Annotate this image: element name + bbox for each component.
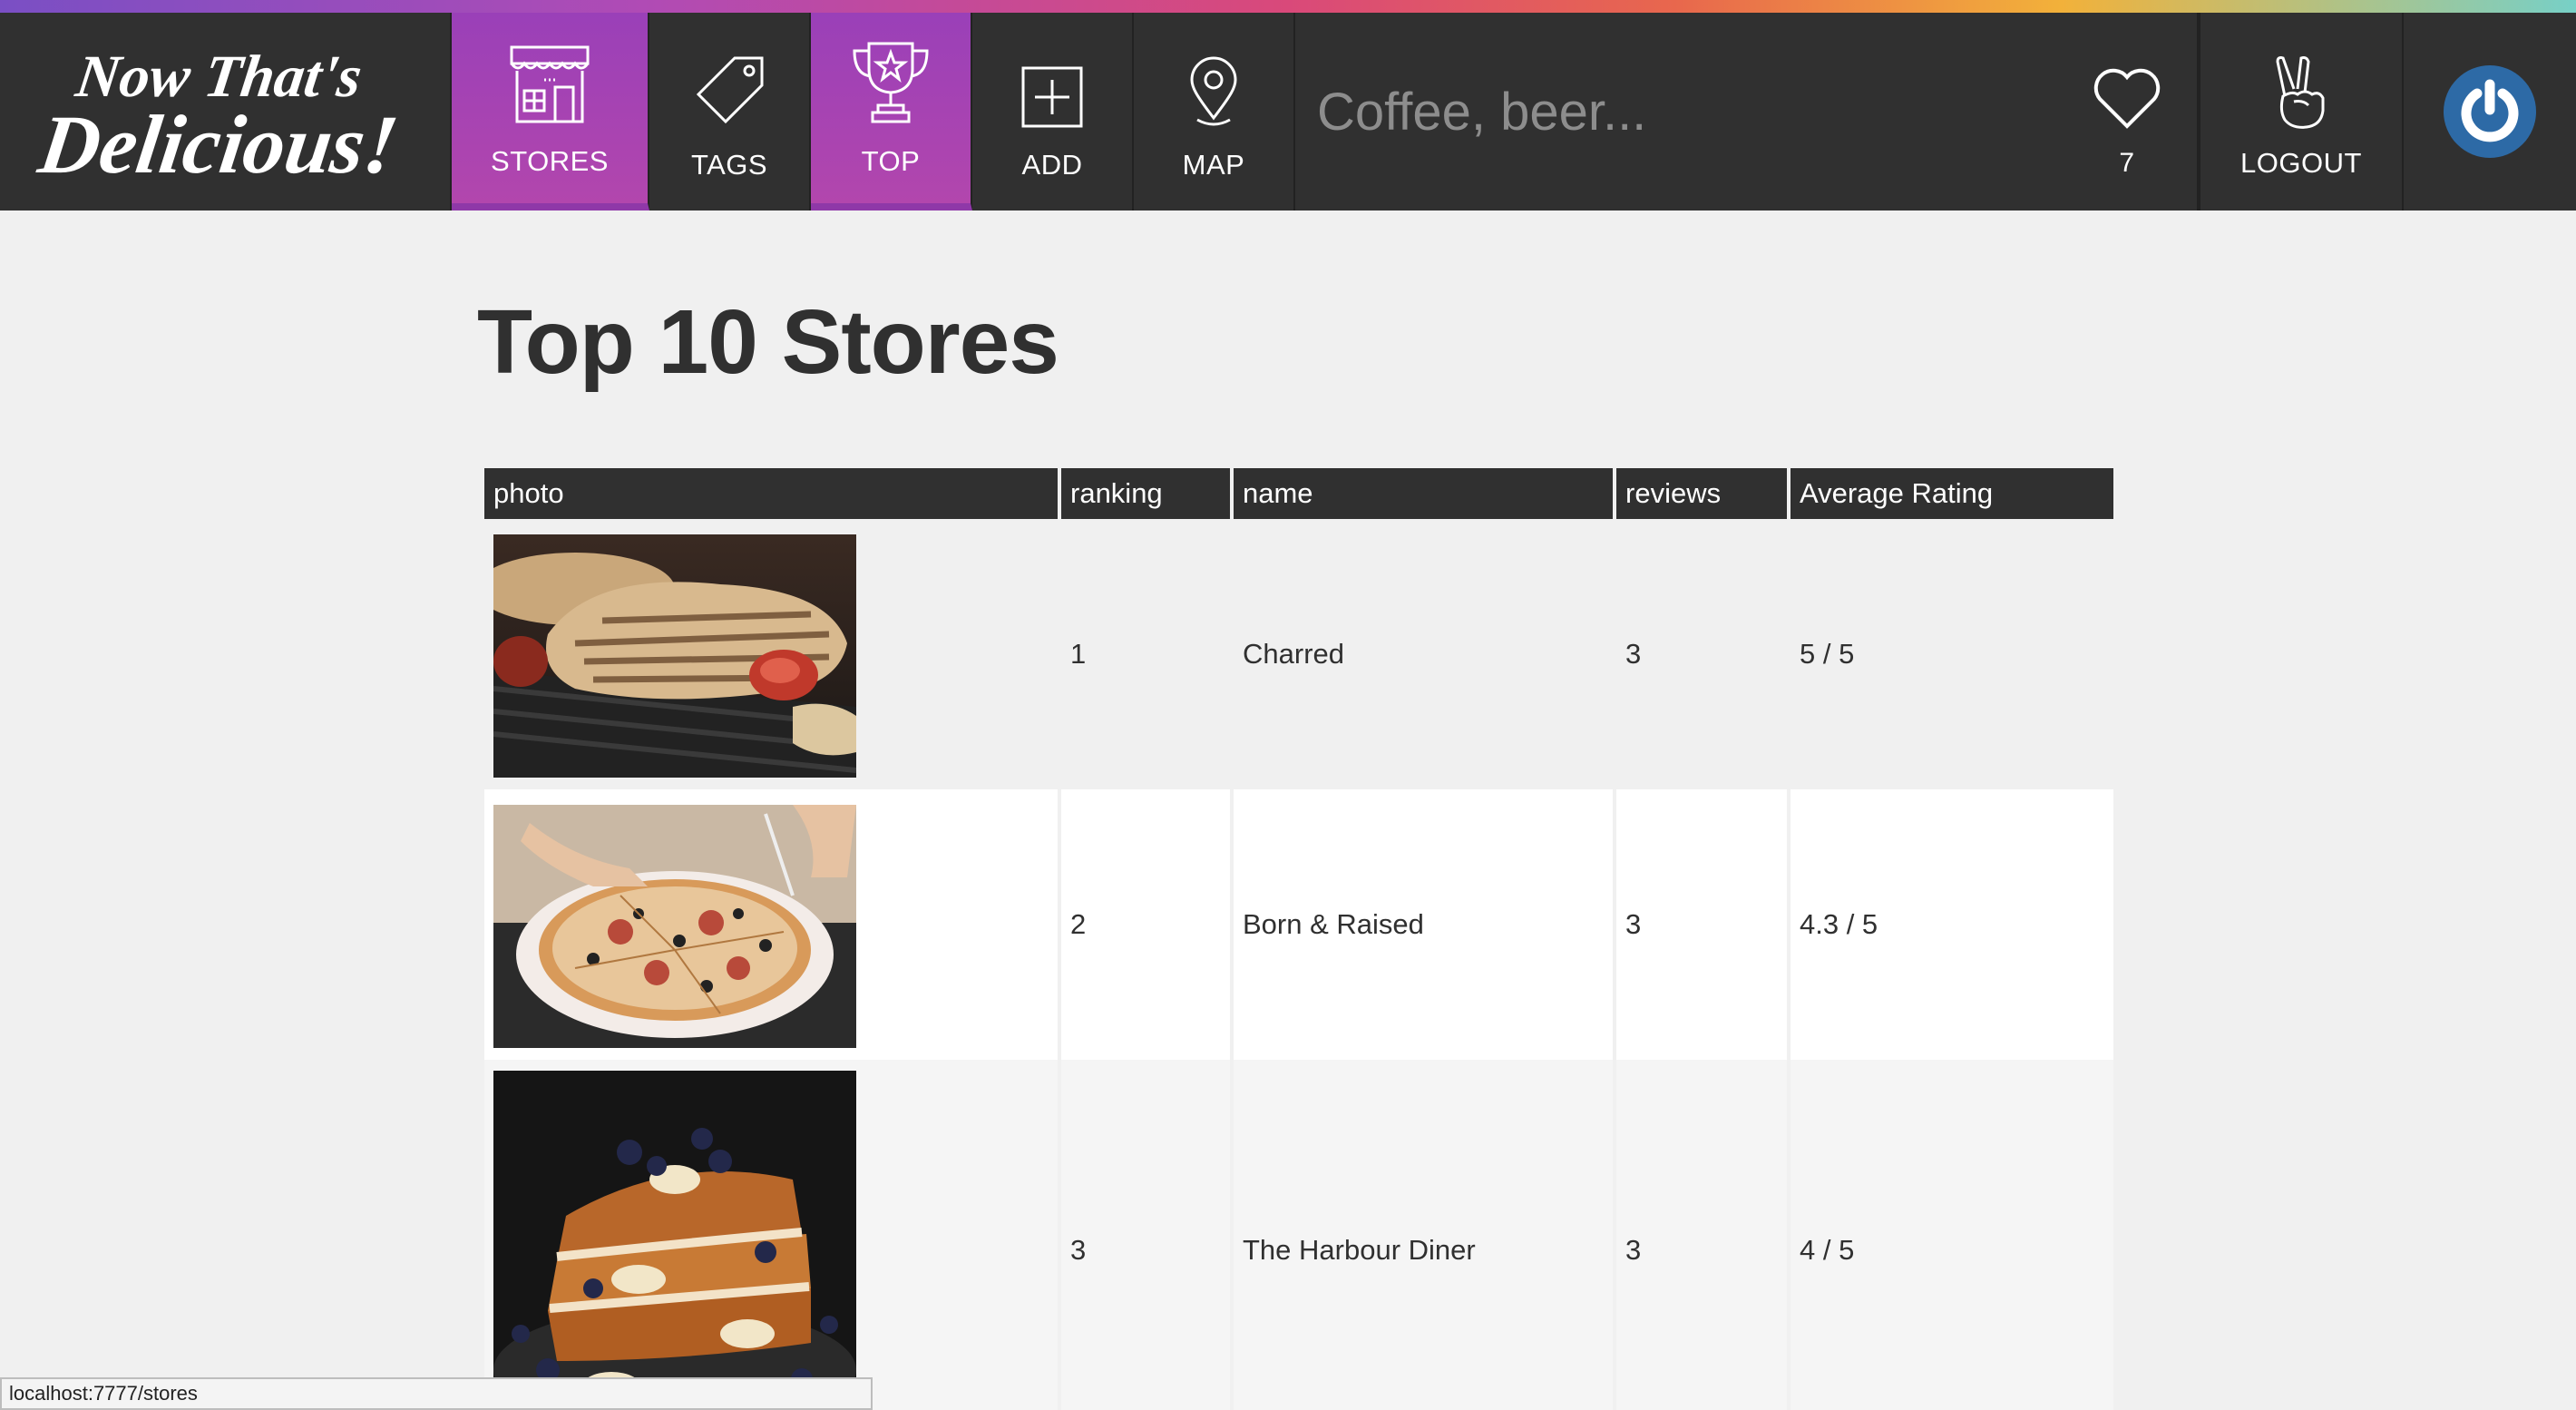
- hearts-count: 7: [2119, 148, 2135, 178]
- cell-photo: [484, 519, 1058, 789]
- nav-logout-label: LOGOUT: [2240, 147, 2362, 179]
- cell-reviews: 3: [1616, 1060, 1787, 1410]
- cell-photo: [484, 1060, 1058, 1410]
- search-input[interactable]: [1315, 70, 2057, 153]
- nav-stores[interactable]: STORES: [452, 13, 649, 211]
- cell-name: Charred: [1234, 519, 1613, 789]
- logo: Now That's Delicious!: [34, 44, 404, 189]
- nav-tags[interactable]: TAGS: [649, 13, 811, 211]
- table-row: 2 Born & Raised 3 4.3 / 5: [484, 789, 2113, 1060]
- map-pin-icon: [1188, 42, 1239, 129]
- power-icon: [2461, 79, 2519, 142]
- col-photo: photo: [484, 468, 1058, 519]
- col-ranking: ranking: [1061, 468, 1230, 519]
- col-reviews: reviews: [1616, 468, 1787, 519]
- cell-name: The Harbour Diner: [1234, 1060, 1613, 1410]
- col-average-rating: Average Rating: [1791, 468, 2113, 519]
- table-header-row: photo ranking name reviews Average Ratin…: [484, 468, 2113, 519]
- tag-icon: [691, 42, 767, 129]
- logo-link[interactable]: Now That's Delicious!: [0, 13, 452, 211]
- pizza-photo[interactable]: [493, 805, 856, 1048]
- nav-logout[interactable]: LOGOUT: [2199, 13, 2404, 211]
- cell-rating: 5 / 5: [1791, 519, 2113, 789]
- avatar-wrap: [2404, 13, 2576, 211]
- cell-ranking: 2: [1061, 789, 1230, 1060]
- nav-top[interactable]: TOP: [811, 13, 972, 211]
- table-row: 3 The Harbour Diner 3 4 / 5: [484, 1060, 2113, 1410]
- nav-map[interactable]: MAP: [1134, 13, 1295, 211]
- store-icon: [504, 38, 595, 125]
- cell-reviews: 3: [1616, 519, 1787, 789]
- peace-hand-icon: [2272, 44, 2330, 131]
- table-row: 1 Charred 3 5 / 5: [484, 519, 2113, 789]
- col-name: name: [1234, 468, 1613, 519]
- search-wrap: [1295, 13, 2057, 211]
- french-toast-photo[interactable]: [493, 1071, 856, 1410]
- page-title: Top 10 Stores: [477, 291, 1059, 393]
- nav-stores-label: STORES: [491, 145, 609, 177]
- page: Now That's Delicious! STORES TAGS TOP AD…: [0, 0, 2576, 1410]
- cell-photo: [484, 789, 1058, 1060]
- cell-rating: 4.3 / 5: [1791, 789, 2113, 1060]
- status-bar-url: localhost:7777/stores: [0, 1377, 873, 1410]
- nav-hearts[interactable]: 7: [2057, 13, 2199, 211]
- nav-tags-label: TAGS: [690, 149, 768, 181]
- grilled-chicken-photo[interactable]: [493, 534, 856, 778]
- cell-ranking: 3: [1061, 1060, 1230, 1410]
- nav-map-label: MAP: [1182, 149, 1245, 181]
- heart-icon: [2091, 44, 2163, 132]
- cell-reviews: 3: [1616, 789, 1787, 1060]
- cell-ranking: 1: [1061, 519, 1230, 789]
- trophy-icon: [847, 38, 934, 125]
- cell-rating: 4 / 5: [1791, 1060, 2113, 1410]
- nav-top-label: TOP: [861, 145, 921, 177]
- nav-add-label: ADD: [1021, 149, 1083, 181]
- avatar[interactable]: [2444, 65, 2536, 158]
- plus-box-icon: [1020, 42, 1084, 129]
- cell-name: Born & Raised: [1234, 789, 1613, 1060]
- top-nav: Now That's Delicious! STORES TAGS TOP AD…: [0, 13, 2576, 211]
- svg-text:Delicious!: Delicious!: [34, 98, 404, 189]
- stores-table: photo ranking name reviews Average Ratin…: [481, 468, 2117, 1410]
- rainbow-bar: [0, 0, 2576, 13]
- nav-add[interactable]: ADD: [972, 13, 1134, 211]
